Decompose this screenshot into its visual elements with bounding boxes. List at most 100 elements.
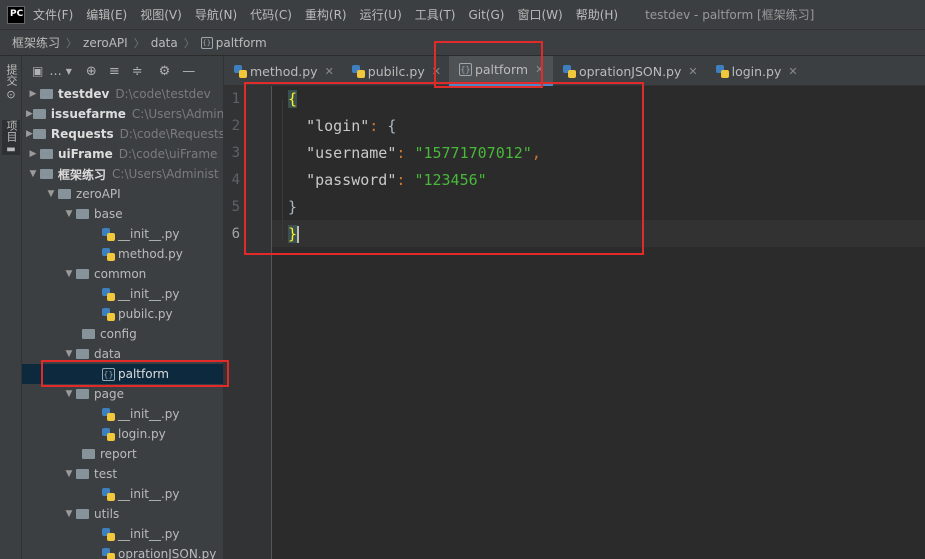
tree-item-uiframe[interactable]: ▶ uiFrame D:\code\uiFrame [22,144,223,164]
tree-item-label: __init__.py [118,527,180,541]
tree-item-label: config [100,327,137,341]
tree-item-label: oprationJSON.py [118,547,217,559]
menu-view[interactable]: 视图(V) [140,6,182,23]
tree-item-label: method.py [118,247,183,261]
chevron-right-icon: ▶ [29,89,37,99]
folder-icon [82,329,95,339]
tree-item-config[interactable]: config [22,324,223,344]
python-file-icon [102,307,115,321]
annotation-box-tab [434,41,543,88]
breadcrumb-item[interactable]: data 〉 [151,35,195,51]
python-file-icon [102,407,115,421]
close-icon[interactable]: ✕ [788,65,797,78]
chevron-right-icon: 〉 [183,36,195,50]
python-file-icon [562,64,576,78]
collapse-all-icon[interactable]: ≑ [132,64,143,79]
tree-item-utils-init[interactable]: __init__.py [22,524,223,544]
tree-item-label: __init__.py [118,487,180,501]
line-number: 4 [231,172,240,188]
tree-item-login-py[interactable]: login.py [22,424,223,444]
menu-code[interactable]: 代码(C) [250,6,292,23]
tree-item-base-init[interactable]: __init__.py [22,224,223,244]
python-file-icon [351,64,365,78]
tree-item-test[interactable]: ▼ test [22,464,223,484]
chevron-down-icon: ▼ [65,209,73,219]
folder-icon [40,89,53,99]
tree-item-report[interactable]: report [22,444,223,464]
menu-file[interactable]: 文件(F) [33,6,73,23]
tree-item-label: base [94,207,123,221]
tree-item-label: utils [94,507,120,521]
menu-refactor[interactable]: 重构(R) [305,6,347,23]
tree-item-utils[interactable]: ▼ utils [22,504,223,524]
tree-item-label: uiFrame [58,147,113,161]
tree-item-oprationjson-py[interactable]: oprationJSON.py [22,544,223,559]
chevron-down-icon: ▼ [65,469,73,479]
breadcrumb-item[interactable]: 框架练习〉 [12,34,77,51]
tree-item-page[interactable]: ▼ page [22,384,223,404]
tree-item-testdev[interactable]: ▶ testdev D:\code\testdev [22,84,223,104]
chevron-right-icon: ▶ [26,129,33,139]
tree-item-label: 框架练习 [58,167,107,182]
dropdown-arrow-icon[interactable]: ▼ [66,67,72,76]
json-file-icon: {} [200,36,213,49]
chevron-right-icon: ▶ [29,149,37,159]
menu-tools[interactable]: 工具(T) [415,6,456,23]
expand-all-icon[interactable]: ≡ [109,64,120,79]
line-number: 5 [231,199,240,215]
tree-item-framework-practice[interactable]: ▼ 框架练习 C:\Users\Administ [22,164,223,184]
python-file-icon [102,547,115,559]
breadcrumb-item[interactable]: {} paltform [200,36,267,50]
tree-item-label: pubilc.py [118,307,173,321]
project-view-icon[interactable]: ▣ [32,64,43,78]
tree-item-page-init[interactable]: __init__.py [22,404,223,424]
python-file-icon [234,64,247,78]
tree-item-base[interactable]: ▼ base [22,204,223,224]
python-file-icon [715,64,729,78]
tree-item-issuefarme[interactable]: ▶ issuefarme C:\Users\Administ [22,104,224,124]
minimize-icon[interactable]: — [182,64,195,79]
project-tool-tab[interactable]: 项目 ▬ [2,120,20,155]
tree-item-label: __init__.py [118,227,180,241]
package-folder-icon [76,209,89,219]
menu-run[interactable]: 运行(U) [360,6,402,23]
chevron-right-icon: 〉 [133,36,145,50]
tree-item-path: C:\Users\Administ [131,107,224,121]
tree-item-requests[interactable]: ▶ Requests D:\code\Requests [22,124,223,144]
tab-login-py[interactable]: login.py ✕ [706,56,806,86]
chevron-down-icon: ▼ [47,189,55,199]
tab-label: login.py [731,63,782,79]
close-icon[interactable]: ✕ [325,65,334,78]
tree-item-common-init[interactable]: __init__.py [22,284,223,304]
python-file-icon [102,227,115,241]
folder-icon [32,109,46,119]
menu-edit[interactable]: 编辑(E) [86,6,127,23]
menu-git[interactable]: Git(G) [468,8,504,22]
tree-item-zeroapi[interactable]: ▼ zeroAPI [22,184,223,204]
gear-icon[interactable]: ⚙ [159,64,171,79]
tree-item-label: issuefarme [50,107,126,121]
close-icon[interactable]: ✕ [688,65,697,78]
package-folder-icon [76,389,89,399]
locate-icon[interactable]: ⊕ [86,64,97,79]
tree-item-test-init[interactable]: __init__.py [22,484,223,504]
project-toolbar: ▣ ... ▼ ⊕ ≡ ≑ ⚙ — [22,56,223,86]
menu-help[interactable]: 帮助(H) [576,6,618,23]
chevron-down-icon: ▼ [65,349,73,359]
breadcrumb-item[interactable]: zeroAPI 〉 [83,35,145,51]
annotation-box-code [244,82,644,255]
menu-navigate[interactable]: 导航(N) [195,6,237,23]
line-number: 6 [231,226,240,242]
python-file-icon [102,247,115,261]
project-view-dropdown[interactable]: ... [49,64,61,79]
window-title: testdev - paltform [框架练习] [645,8,815,22]
menu-window[interactable]: 窗口(W) [517,6,562,23]
tree-item-method-py[interactable]: method.py [22,244,223,264]
folder-icon [82,449,95,459]
tree-item-label: data [94,347,122,361]
tree-item-label: __init__.py [118,407,180,421]
tree-item-pubilc-py[interactable]: pubilc.py [22,304,223,324]
commit-tool-tab[interactable]: 提交 ⊙ [2,64,20,101]
tree-item-label: test [94,467,118,481]
tree-item-common[interactable]: ▼ common [22,264,223,284]
